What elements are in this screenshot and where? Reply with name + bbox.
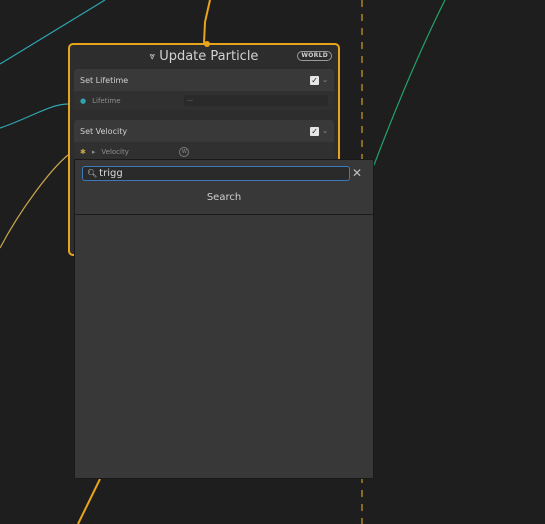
float-port-icon[interactable]: ● <box>80 97 86 105</box>
search-results-list[interactable] <box>75 215 373 478</box>
world-space-badge[interactable]: WORLD <box>297 51 332 61</box>
chevron-down-icon[interactable]: ⌄ <box>322 127 328 135</box>
chevron-down-icon[interactable]: ⌄ <box>322 76 328 84</box>
node-search-popup[interactable]: 🔍︎ ✕ Search <box>74 159 374 479</box>
block-set-lifetime[interactable]: Set Lifetime ✓ ⌄ ● Lifetime — <box>74 69 334 110</box>
search-field[interactable]: 🔍︎ <box>82 166 350 181</box>
popup-title: Search <box>206 192 242 203</box>
expand-arrow-icon[interactable]: ▸ <box>92 148 96 156</box>
block-label: Set Velocity <box>80 126 128 136</box>
property-label: Velocity <box>101 147 129 156</box>
block-label: Set Lifetime <box>80 75 129 85</box>
flow-wire-bottom[interactable] <box>77 478 101 524</box>
block-set-velocity[interactable]: Set Velocity ✓ ⌄ ✱ ▸ Velocity W <box>74 120 334 161</box>
search-input[interactable] <box>99 168 330 179</box>
block-enabled-checkbox[interactable]: ✓ <box>310 75 320 85</box>
wire-yellow-velocity[interactable] <box>0 154 69 249</box>
particle-system-icon: ⩔ <box>149 50 156 62</box>
lifetime-value-field[interactable]: — <box>184 95 328 106</box>
wire-teal-lifetime[interactable] <box>0 103 69 129</box>
search-icon: 🔍︎ <box>87 169 98 178</box>
flow-wire-top[interactable] <box>203 0 211 44</box>
wire-green-right[interactable] <box>373 0 446 166</box>
world-space-icon[interactable]: W <box>179 146 190 157</box>
vector-port-icon[interactable]: ✱ <box>80 148 86 156</box>
property-label: Lifetime <box>92 96 121 105</box>
clear-search-button[interactable]: ✕ <box>350 166 364 181</box>
block-enabled-checkbox[interactable]: ✓ <box>310 126 320 136</box>
node-title: Update Particle <box>159 48 259 64</box>
